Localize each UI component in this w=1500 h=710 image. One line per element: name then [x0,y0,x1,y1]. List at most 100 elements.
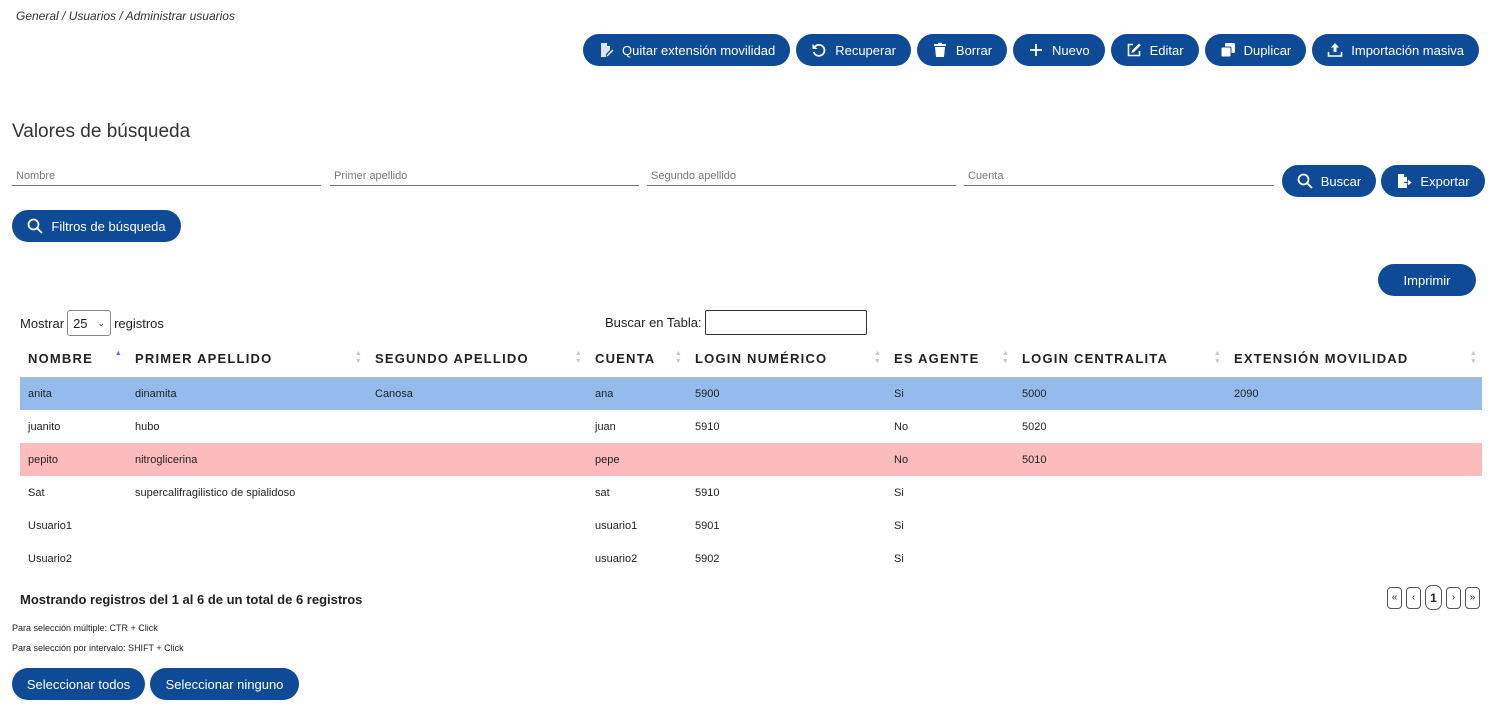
column-header-login-centralita[interactable]: LOGIN CENTRALITA ▲ ▼ [1014,341,1226,378]
cell-segundo-apellido [367,509,587,542]
buscar-button[interactable]: Buscar [1282,165,1376,197]
cell-primer-apellido: nitroglicerina [127,443,367,476]
sort-asc-icon: ▲ [114,350,123,357]
hint-multiple-selection: Para selección múltiple: CTR + Click [12,623,158,633]
table-row[interactable]: pepito nitroglicerina pepe No 5010 [20,443,1482,476]
cell-cuenta: usuario2 [595,552,638,565]
column-header-extension-movilidad[interactable]: EXTENSIÓN MOVILIDAD ▲ ▼ [1226,341,1482,378]
cell-login-numerico: 5901 [695,519,720,532]
plus-icon [1028,42,1044,58]
table-search-input[interactable] [704,310,867,335]
exportar-button[interactable]: Exportar [1381,165,1485,197]
cuenta-input[interactable] [964,166,1274,186]
cell-login-centralita: 5000 [1014,377,1226,410]
cell-extension-movilidad [1226,509,1482,542]
pagination-next-button[interactable]: › [1446,586,1461,609]
cell-nombre: Sat [28,486,45,499]
select-none-button[interactable]: Seleccionar ninguno [150,668,299,700]
mostrar-label: Mostrar [20,315,65,331]
cell-cuenta: pepe [587,443,687,476]
page-length-control: Mostrar 25 ⌄ registros [20,310,164,336]
cell-es-agente: No [886,443,1014,476]
cell-es-agente: Si [894,486,904,499]
column-header-es-agente[interactable]: ES AGENTE ▲ ▼ [886,341,1014,378]
cell-login-centralita [1014,542,1226,575]
column-header-cuenta[interactable]: CUENTA ▲ ▼ [587,341,687,378]
cell-nombre: anita [20,377,127,410]
column-header-nombre[interactable]: NOMBRE ▲ [20,341,127,378]
duplicar-button[interactable]: Duplicar [1204,34,1307,66]
pagination-last-button[interactable]: » [1465,586,1480,609]
table-row[interactable]: Usuario2 usuario2 5902 Si [20,542,1482,575]
column-header-primer-apellido[interactable]: PRIMER APELLIDO ▲ ▼ [127,341,367,378]
file-export-icon [1396,173,1413,189]
cell-segundo-apellido [367,443,587,476]
table-row[interactable]: Usuario1 usuario1 5901 Si [20,509,1482,542]
duplicar-label: Duplicar [1243,42,1292,58]
table-search-label: Buscar en Tabla: [605,315,702,330]
filtros-busqueda-button[interactable]: Filtros de búsqueda [12,210,181,242]
pagination-page-button[interactable]: 1 [1425,585,1442,610]
file-edit-icon [598,42,614,58]
recuperar-label: Recuperar [835,42,896,58]
table-row[interactable]: juanito hubo juan 5910 No 5020 [20,410,1482,443]
users-table: NOMBRE ▲ PRIMER APELLIDO ▲ ▼ SEGUNDO APELLI… [20,341,1482,575]
pagination-prev-button[interactable]: ‹ [1406,586,1421,609]
primer-apellido-input[interactable] [330,166,639,186]
cell-login-numerico: 5902 [695,552,720,565]
segundo-apellido-input[interactable] [647,166,956,186]
cell-login-numerico: 5910 [695,420,720,433]
sort-icon: ▲ ▼ [1213,350,1222,365]
page-length-select[interactable]: 25 ⌄ [67,310,112,336]
hint-interval-selection: Para selección por intervalo: SHIFT + Cl… [12,643,184,653]
pagination: « ‹ 1 › » [1387,585,1480,610]
exportar-label: Exportar [1420,173,1470,189]
editar-button[interactable]: Editar [1110,34,1199,66]
search-section-title: Valores de búsqueda [12,121,191,142]
table-header-row: NOMBRE ▲ PRIMER APELLIDO ▲ ▼ SEGUNDO APELLI… [20,341,1482,378]
cell-extension-movilidad [1226,443,1482,476]
importacion-masiva-button[interactable]: Importación masiva [1312,34,1479,66]
cell-primer-apellido: hubo [135,420,160,433]
quitar-extension-movilidad-button[interactable]: Quitar extensión movilidad [583,34,791,66]
primer-apellido-field [330,166,639,186]
cell-login-numerico: 5900 [687,377,886,410]
column-header-segundo-apellido[interactable]: SEGUNDO APELLIDO ▲ ▼ [367,341,587,378]
pagination-first-button[interactable]: « [1387,586,1402,609]
cell-es-agente: Si [886,377,1014,410]
cell-login-centralita [1014,509,1226,542]
cell-primer-apellido: dinamita [127,377,367,410]
cell-es-agente: No [894,420,909,433]
table-row[interactable]: Sat supercalifragilistico de spialidoso … [20,476,1482,509]
sort-icon: ▲ ▼ [1001,350,1010,365]
recuperar-button[interactable]: Recuperar [796,34,911,66]
search-icon [27,218,44,234]
cell-segundo-apellido: Canosa [367,377,587,410]
cell-segundo-apellido [367,542,587,575]
nuevo-button[interactable]: Nuevo [1013,34,1105,66]
cell-extension-movilidad [1226,542,1482,575]
chevron-down-icon: ⌄ [97,317,106,328]
cell-cuenta: juan [595,420,616,433]
select-all-button[interactable]: Seleccionar todos [12,668,145,700]
imprimir-button[interactable]: Imprimir [1378,264,1476,296]
filtros-busqueda-label: Filtros de búsqueda [51,218,166,234]
table-row[interactable]: anita dinamita Canosa ana 5900 Si 5000 2… [20,377,1482,410]
upload-icon [1327,42,1343,58]
cell-segundo-apellido [367,410,587,443]
imprimir-label: Imprimir [1403,272,1451,288]
cell-login-numerico [687,443,886,476]
sort-icon: ▲ ▼ [674,350,683,365]
segundo-apellido-field [647,166,956,186]
registros-label: registros [114,315,164,331]
sort-icon: ▲ ▼ [1469,350,1478,365]
sort-icon: ▲ ▼ [574,350,583,365]
nombre-input[interactable] [12,166,321,186]
cell-primer-apellido [127,542,367,575]
column-header-login-numerico[interactable]: LOGIN NUMÉRICO ▲ ▼ [687,341,886,378]
buscar-label: Buscar [1320,173,1362,189]
cuenta-field [964,166,1274,186]
page-length-value: 25 [73,315,88,331]
borrar-button[interactable]: Borrar [916,34,1008,66]
cell-login-centralita [1014,476,1226,509]
